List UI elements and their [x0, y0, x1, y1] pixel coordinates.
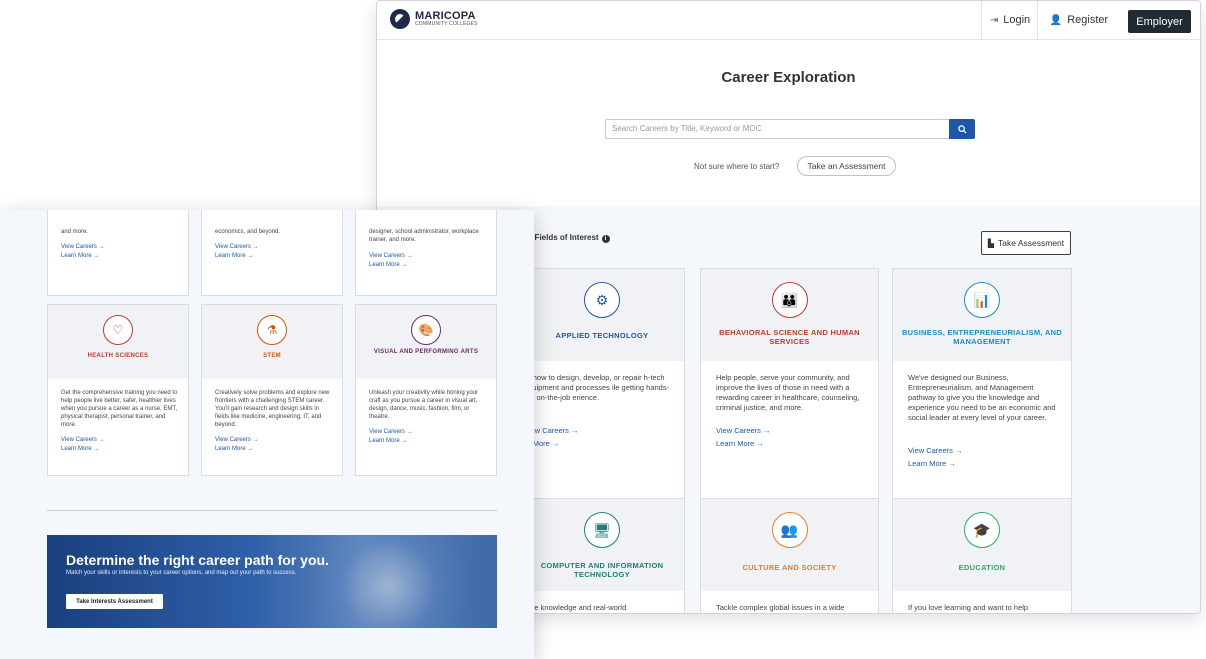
learn-more-link[interactable]: Learn More →	[908, 459, 956, 468]
learn-more-link[interactable]: Learn More →	[61, 446, 99, 452]
card-description: designer, school administrator, workplac…	[369, 229, 479, 243]
search-button[interactable]	[949, 119, 975, 139]
fields-heading: by Fields of Interest i	[523, 233, 610, 243]
career-search-input[interactable]: Search Careers by Title, Keyword or MOC	[605, 119, 950, 139]
card-title: STEM	[263, 353, 281, 359]
view-careers-link[interactable]: View Careers →	[61, 437, 105, 443]
register-label: Register	[1067, 14, 1109, 26]
take-interests-assessment-button[interactable]: Take Interests Assessment	[66, 594, 163, 609]
card-description: Tackle complex global issues in a wide	[716, 603, 845, 612]
view-careers-link[interactable]: View Careers →	[908, 446, 962, 455]
view-careers-link[interactable]: View Careers →	[369, 253, 413, 259]
card-title: VISUAL AND PERFORMING ARTS	[373, 349, 479, 355]
field-card-stem[interactable]: ⚗ STEM Creatively solve problems and exp…	[201, 304, 343, 476]
chart-icon: ▙	[987, 238, 994, 248]
fields-detail-window: and more. View Careers → Learn More → ec…	[0, 210, 534, 659]
section-divider	[47, 510, 497, 511]
login-label: Login	[1003, 14, 1031, 26]
card-description: t the knowledge and real-world	[524, 603, 627, 612]
palette-icon: 🎨	[411, 315, 441, 345]
field-card-visual-performing-arts[interactable]: 🎨 VISUAL AND PERFORMING ARTS Unleash you…	[355, 304, 497, 476]
login-button[interactable]: ⇥ Login	[981, 1, 1038, 39]
search-icon	[957, 124, 967, 134]
login-icon: ⇥	[989, 14, 999, 26]
assessment-banner: Determine the right career path for you.…	[47, 535, 497, 628]
card-title: APPLIED TECHNOLOGY	[555, 331, 649, 340]
crowd-icon: 👥	[771, 512, 808, 548]
employer-button[interactable]: Employer	[1128, 10, 1191, 33]
graduation-cap-icon: 🎓	[964, 512, 1000, 548]
maricopa-logo-icon	[390, 9, 410, 29]
view-careers-link[interactable]: View Careers →	[716, 426, 770, 435]
info-icon[interactable]: i	[601, 235, 610, 243]
presentation-icon: 📊	[964, 282, 1000, 318]
not-sure-text: Not sure where to start?	[694, 162, 780, 171]
learn-more-link[interactable]: Learn More →	[369, 262, 407, 268]
learn-more-link[interactable]: Learn More →	[215, 253, 253, 259]
learn-more-link[interactable]: Learn More →	[716, 439, 764, 448]
field-card-partial[interactable]: economics, and beyond. View Careers → Le…	[201, 210, 343, 296]
view-careers-link[interactable]: View Careers →	[61, 244, 105, 250]
user-plus-icon: 👤	[1049, 14, 1063, 26]
card-description: economics, and beyond.	[215, 229, 281, 235]
view-careers-link[interactable]: View Careers →	[369, 429, 413, 435]
banner-subtitle: Match your skills or interests to your c…	[66, 570, 297, 576]
field-card-behavioral-science[interactable]: 👪 BEHAVIORAL SCIENCE AND HUMAN SERVICES …	[700, 268, 879, 500]
learn-more-link[interactable]: Learn More →	[215, 446, 253, 452]
card-description: Creatively solve problems and explore ne…	[215, 390, 330, 428]
card-description: Help people, serve your community, and i…	[716, 373, 860, 412]
field-card-health-sciences[interactable]: ♡ HEALTH SCIENCES Get the comprehensive …	[47, 304, 189, 476]
card-description: and more.	[61, 229, 89, 235]
field-card-applied-technology[interactable]: ⚙ APPLIED TECHNOLOGY rn how to design, d…	[519, 268, 685, 500]
field-card-partial[interactable]: and more. View Careers → Learn More →	[47, 210, 189, 296]
computer-icon: 🖥	[584, 512, 620, 548]
field-card-business[interactable]: 📊 BUSINESS, ENTREPRENEURIALISM, AND MANA…	[892, 268, 1072, 500]
field-card-education[interactable]: 🎓 EDUCATION If you love learning and wan…	[892, 498, 1072, 613]
learn-more-link[interactable]: Learn More →	[61, 253, 99, 259]
heart-pulse-icon: ♡	[103, 315, 133, 345]
card-title: COMPUTER AND INFORMATION TECHNOLOGY	[540, 561, 664, 579]
view-careers-link[interactable]: View Careers →	[215, 244, 259, 250]
take-assessment-button[interactable]: ▙ Take Assessment	[981, 231, 1071, 255]
card-description: rn how to design, develop, or repair h-t…	[524, 373, 670, 402]
card-title: EDUCATION	[958, 563, 1006, 572]
card-description: If you love learning and want to help	[908, 603, 1029, 612]
register-button[interactable]: 👤 Register	[1037, 1, 1120, 39]
learn-more-link[interactable]: Learn More →	[369, 438, 407, 444]
card-description: Unleash your creativity while honing you…	[369, 390, 479, 420]
people-icon: 👪	[771, 282, 808, 318]
card-title: BEHAVIORAL SCIENCE AND HUMAN SERVICES	[719, 328, 860, 346]
gears-icon: ⚙	[584, 282, 620, 318]
banner-title: Determine the right career path for you.	[66, 552, 329, 568]
field-card-partial[interactable]: designer, school administrator, workplac…	[355, 210, 497, 296]
field-card-computer-it[interactable]: 🖥 COMPUTER AND INFORMATION TECHNOLOGY t …	[519, 498, 685, 613]
card-description: Get the comprehensive training you need …	[61, 390, 178, 428]
card-title: BUSINESS, ENTREPRENEURIALISM, AND MANAGE…	[901, 328, 1063, 346]
view-careers-link[interactable]: View Careers →	[215, 437, 259, 443]
logo-subtitle: COMMUNITY COLLEGES	[415, 21, 478, 27]
take-an-assessment-button[interactable]: Take an Assessment	[797, 156, 896, 176]
page-title: Career Exploration	[721, 69, 856, 86]
card-title: CULTURE AND SOCIETY	[742, 563, 837, 572]
flask-icon: ⚗	[257, 315, 287, 345]
card-title: HEALTH SCIENCES	[87, 353, 149, 359]
maricopa-logo[interactable]: MARICOPA COMMUNITY COLLEGES	[390, 9, 478, 29]
field-card-culture-society[interactable]: 👥 CULTURE AND SOCIETY Tackle complex glo…	[700, 498, 879, 613]
top-navigation-bar: MARICOPA COMMUNITY COLLEGES ⇥ Login 👤 Re…	[377, 1, 1200, 40]
card-description: We've designed our Business, Entrepreneu…	[908, 373, 1056, 422]
